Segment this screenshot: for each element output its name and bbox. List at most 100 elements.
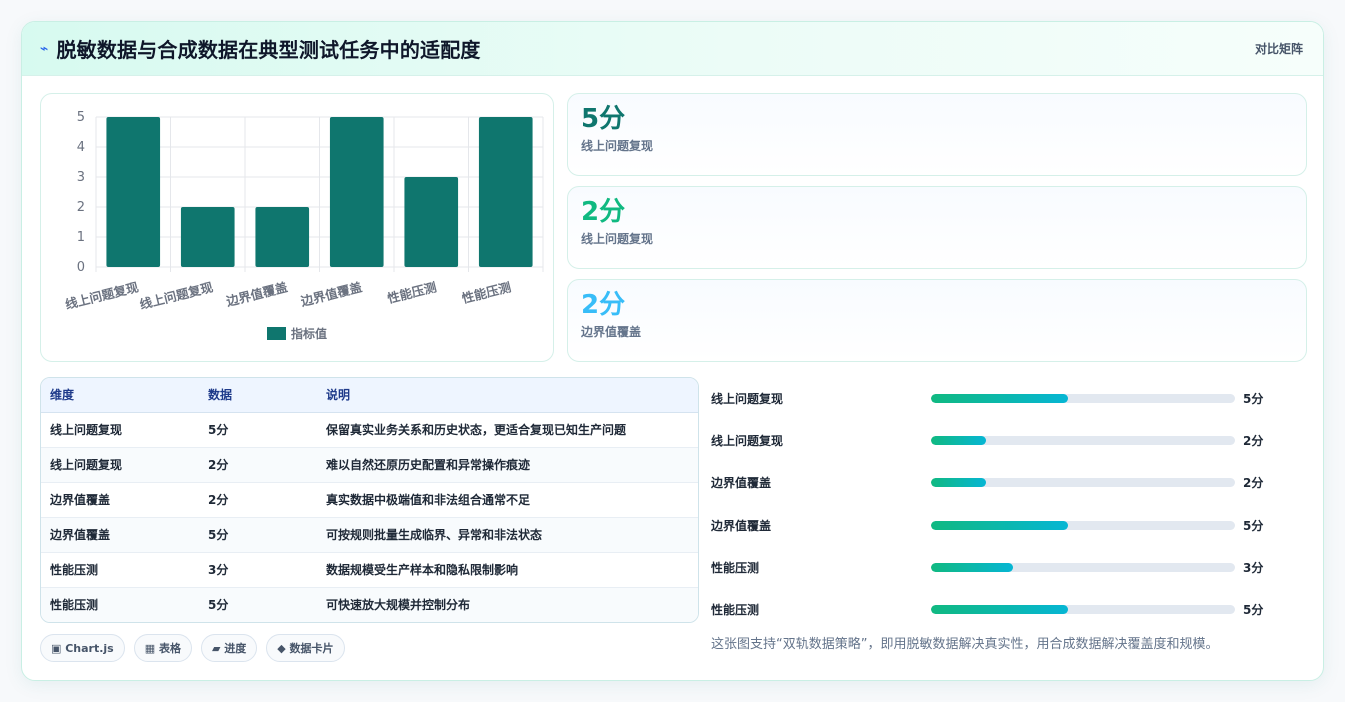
stat-value-1: 5分 [581, 104, 626, 134]
progress-value: 5分 [1243, 603, 1264, 618]
progress-track [931, 605, 1235, 615]
chip-table[interactable]: ▦ 表格 [133, 634, 192, 662]
stat-card-1: 5分 线上问题复现 [567, 93, 1307, 176]
progress-label: 线上问题复现 [711, 433, 784, 448]
table-cell: 5分 [199, 412, 317, 448]
table-row: 性能压测 3分 数据规模受生产样本和隐私限制影响 [41, 552, 698, 588]
table-cell: 2分 [199, 447, 317, 483]
chip-progress[interactable]: ▰ 进度 [200, 634, 258, 662]
table-cell: 线上问题复现 [41, 447, 199, 483]
bar [106, 117, 161, 267]
table-header-dimension: 维度 [41, 378, 199, 413]
table-header-description: 说明 [317, 378, 698, 413]
progress-value: 5分 [1243, 518, 1264, 533]
bar-chart: 012345线上问题复现线上问题复现 边界值覆盖 边界值覆盖 性能压测 性能压测指标值 [64, 110, 544, 341]
progress-fill [931, 478, 986, 488]
progress-row: 边界值覆盖 5分 [711, 504, 1291, 546]
bar [478, 117, 533, 267]
table-cell: 性能压测 [41, 552, 199, 588]
bar-chart-panel: 0 1 2 3 4 5 线上问题复现 线上问题复现 边界值覆盖 边界值覆盖 性能压测 性能压测 指标值 [40, 93, 554, 362]
progress-value: 5分 [1243, 391, 1264, 406]
title-wrap: ⌁ 脱敏数据与合成数据在典型测试任务中的适配度 [40, 34, 481, 63]
progress-value: 2分 [1243, 476, 1264, 491]
y-tick-label: 4 [77, 140, 85, 155]
progress-track [931, 520, 1235, 530]
x-tick-label: 性能压测 [459, 279, 512, 306]
table-cell: 线上问题复现 [41, 412, 199, 448]
progress-value: 3分 [1243, 560, 1264, 575]
chip-chartjs[interactable]: ▣ Chart.js [40, 634, 125, 662]
table-row: 边界值覆盖 5分 可按规则批量生成临界、异常和非法状态 [41, 517, 698, 553]
table-cell: 性能压测 [50, 598, 99, 613]
progress-label: 性能压测 [711, 560, 760, 575]
stat-label-2: 线上问题复现 [581, 232, 654, 246]
table-cell: 可快速放大规模并控制分布 [326, 598, 471, 613]
y-tick-label: 5 [77, 110, 85, 125]
table-cell: 边界值覆盖 [41, 517, 199, 553]
header-tag: 对比矩阵 [1254, 42, 1303, 56]
progress-row: 性能压测 3分 [711, 546, 1291, 588]
progress-label: 线上问题复现 [711, 391, 784, 406]
table-cell: 5分 [208, 598, 229, 613]
progress-row: 边界值覆盖 2分 [711, 462, 1291, 504]
table-row: 线上问题复现 2分 难以自然还原历史配置和异常操作痕迹 [41, 447, 698, 483]
progress-track [931, 478, 1235, 488]
progress-row: 线上问题复现 5分 [711, 377, 1291, 419]
x-tick-label: 性能压测 [385, 279, 438, 306]
x-tick-label: 线上问题复现 [138, 279, 215, 312]
progress-track [931, 393, 1235, 403]
progress-fill [931, 520, 1068, 530]
bar [404, 177, 459, 267]
bar [255, 207, 310, 267]
data-table: 维度 数据 说明 线上问题复现 5分 保留真实业务关系和历史状态，更适合复现已知… [40, 377, 699, 623]
progress-track [931, 562, 1235, 572]
table-cell: 数据规模受生产样本和隐私限制影响 [317, 552, 698, 588]
table-cell: 2分 [199, 482, 317, 518]
progress-track [931, 435, 1235, 445]
main-card: ⌁ 脱敏数据与合成数据在典型测试任务中的适配度 对比矩阵 0 1 2 3 4 5 线上问题复… [21, 21, 1324, 681]
chip-data-card[interactable]: ◆ 数据卡片 [266, 634, 345, 662]
progress-list: 线上问题复现 5分 线上问题复现 2分 边界值覆盖 2分 边界值覆盖 5分 性能压测 3分 性能压测… [711, 377, 1291, 631]
stat-label-1: 线上问题复现 [581, 139, 654, 153]
progress-fill [931, 435, 986, 445]
stat-card-3: 2分 边界值覆盖 [567, 279, 1307, 362]
y-tick-label: 0 [77, 260, 85, 275]
y-tick-label: 2 [77, 200, 85, 215]
progress-fill [931, 562, 1014, 572]
table-row: 边界值覆盖 2分 真实数据中极端值和非法组合通常不足 [41, 482, 698, 518]
table-cell: 可按规则批量生成临界、异常和非法状态 [317, 517, 698, 553]
bolt-icon: ⌁ [40, 40, 49, 57]
bar [180, 207, 235, 267]
x-tick-label: 线上问题复现 [64, 279, 141, 312]
progress-fill [931, 393, 1068, 403]
table-cell: 3分 [199, 552, 317, 588]
table-cell: 真实数据中极端值和非法组合通常不足 [317, 482, 698, 518]
table-header-row: 维度 数据 说明 [41, 378, 698, 413]
legend-swatch [267, 327, 286, 340]
stat-value-2: 2分 [581, 197, 626, 227]
table-row: 性能压测 5分 可快速放大规模并控制分布 [41, 587, 698, 622]
table-cell: 难以自然还原历史配置和异常操作痕迹 [317, 447, 698, 483]
stat-label-3: 边界值覆盖 [581, 325, 642, 339]
progress-row: 性能压测 5分 [711, 588, 1291, 630]
x-tick-label: 边界值覆盖 [224, 279, 290, 309]
progress-label: 边界值覆盖 [711, 518, 772, 533]
stat-value-3: 2分 [581, 290, 626, 320]
y-tick-label: 1 [77, 230, 85, 245]
page-title: 脱敏数据与合成数据在典型测试任务中的适配度 [56, 38, 481, 62]
progress-label: 性能压测 [711, 603, 760, 618]
bar [329, 117, 384, 267]
stat-card-2: 2分 线上问题复现 [567, 186, 1307, 269]
table-header-data: 数据 [199, 378, 317, 413]
chip-list: ▣ Chart.js ▦ 表格 ▰ 进度 ◆ 数据卡片 [40, 634, 345, 662]
x-tick-label: 边界值覆盖 [298, 279, 364, 309]
progress-label: 边界值覆盖 [711, 476, 772, 491]
progress-row: 线上问题复现 2分 [711, 419, 1291, 461]
y-tick-label: 3 [77, 170, 85, 185]
table-row: 线上问题复现 5分 保留真实业务关系和历史状态，更适合复现已知生产问题 [41, 412, 698, 448]
table-cell: 5分 [199, 517, 317, 553]
table-cell: 边界值覆盖 [41, 482, 199, 518]
table-cell: 保留真实业务关系和历史状态，更适合复现已知生产问题 [317, 412, 698, 448]
header: ⌁ 脱敏数据与合成数据在典型测试任务中的适配度 对比矩阵 [22, 22, 1323, 76]
footnote: 这张图支持“双轨数据策略”，即用脱敏数据解决真实性，用合成数据解决覆盖度和规模。 [711, 637, 1219, 652]
